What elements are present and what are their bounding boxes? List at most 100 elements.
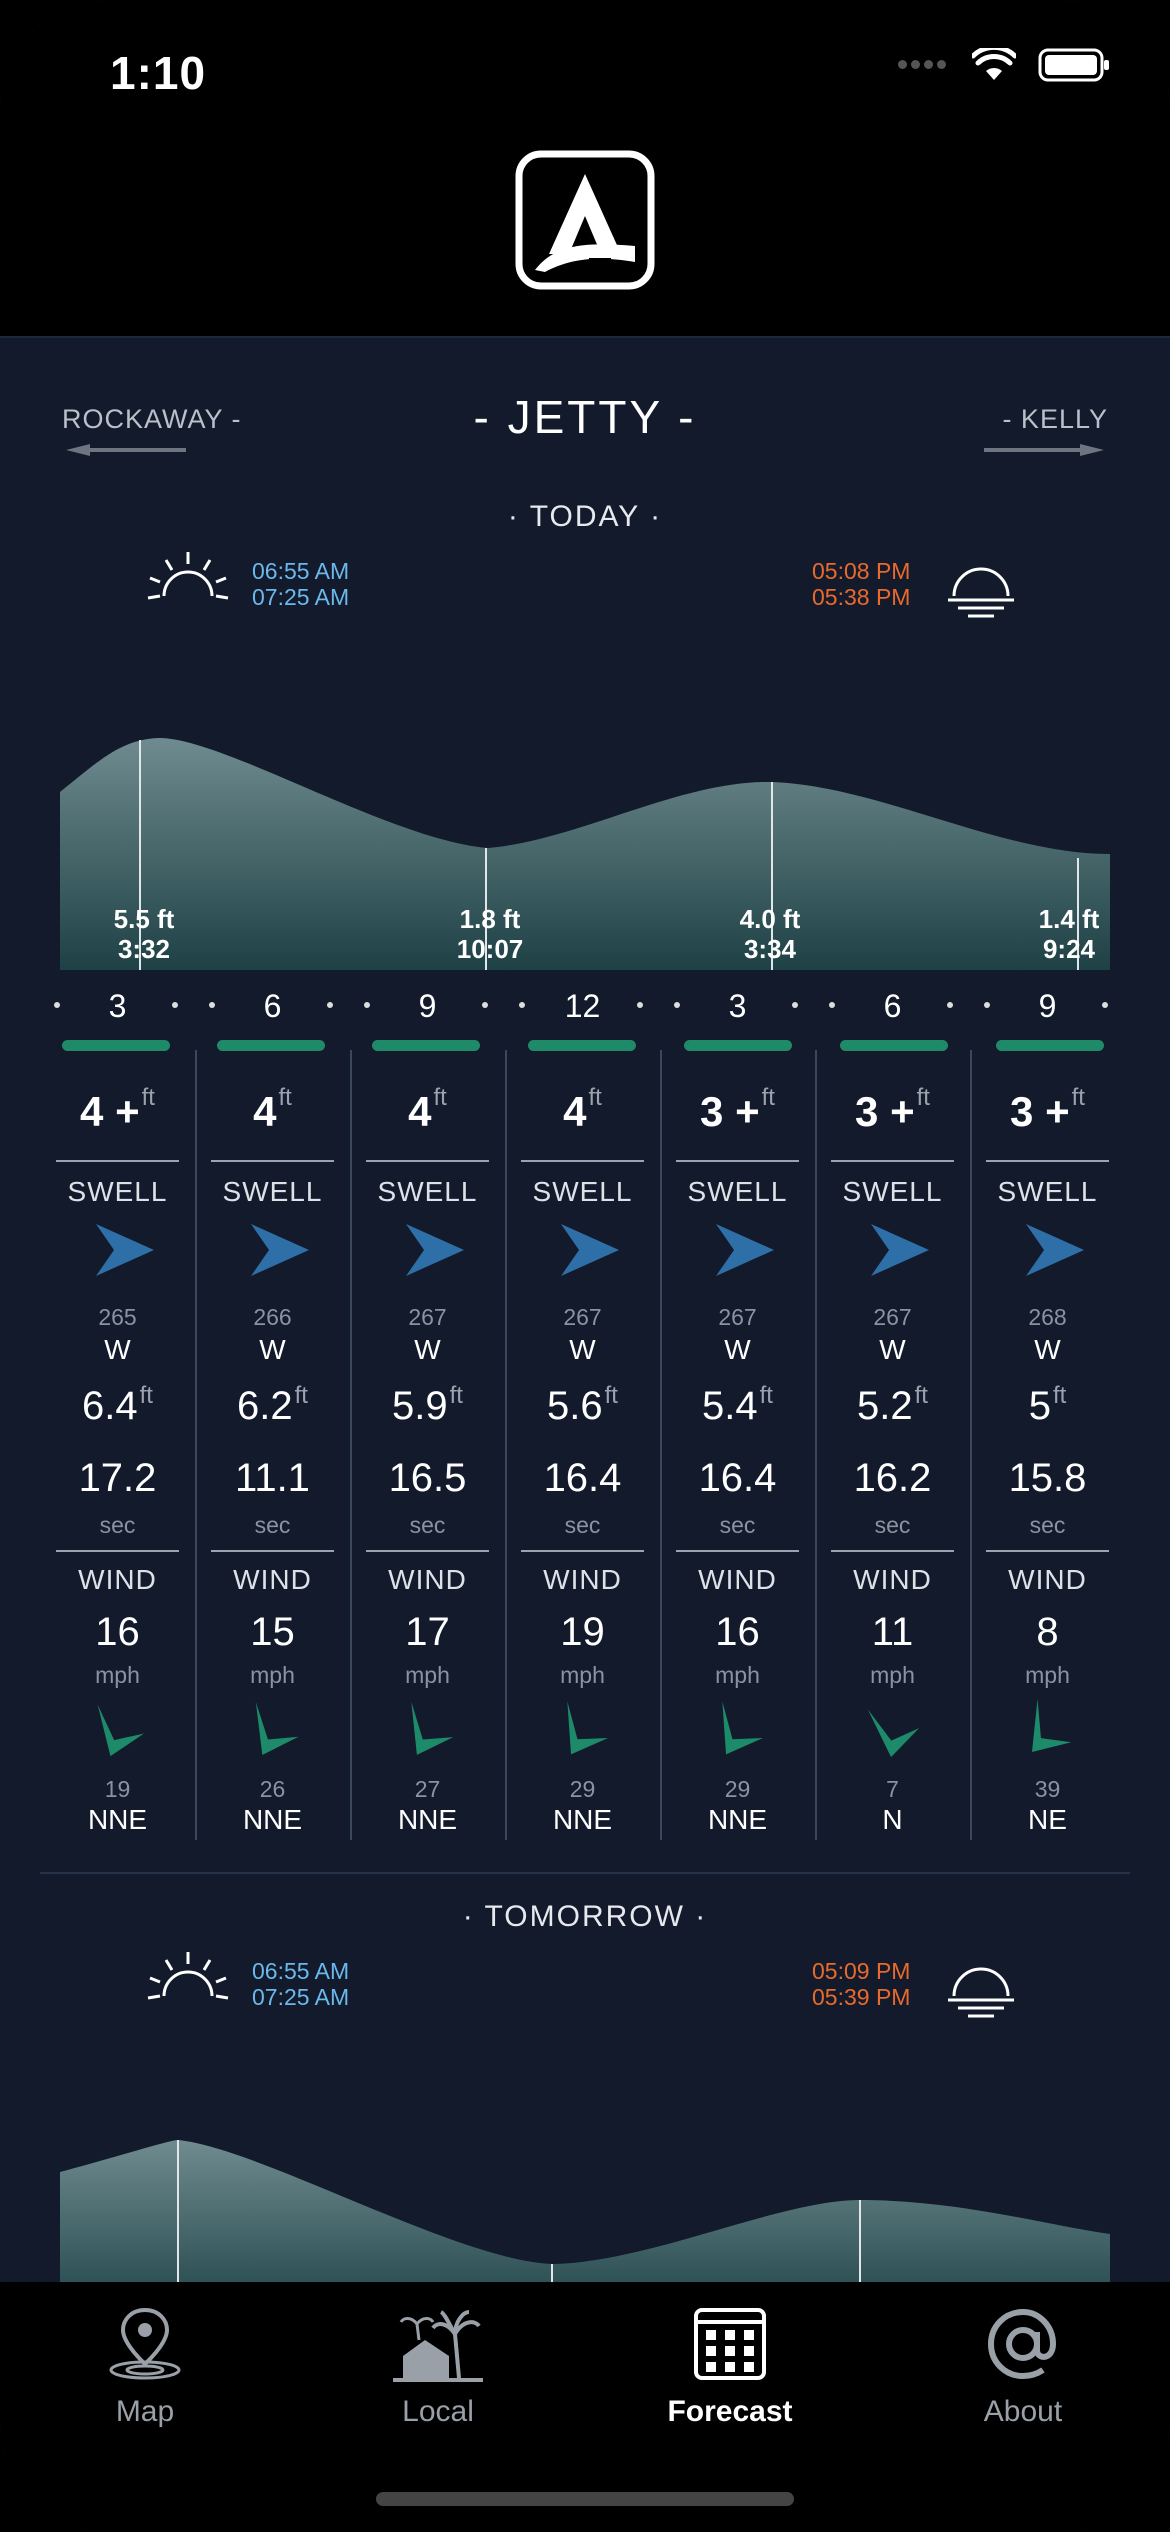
wind-speed: 17 <box>405 1610 450 1654</box>
tab-about[interactable]: About <box>923 2306 1123 2429</box>
swell-height: 5.6ft <box>547 1382 618 1428</box>
period-unit: sec <box>254 1512 291 1538</box>
spot-title: - JETTY - <box>473 391 697 443</box>
divider <box>676 1160 799 1162</box>
section-divider <box>40 1872 1130 1874</box>
hour-label: 6 <box>195 988 350 1025</box>
wind-direction: NNE <box>707 1804 768 1835</box>
wind-label: WIND <box>233 1564 312 1595</box>
forecast-column[interactable]: 4ft SWELL 267 W 5.6ft 16.4 sec WIND 19 mph 29 NNE <box>505 1050 660 1840</box>
wind-degrees: 27 <box>414 1776 441 1802</box>
period-unit: sec <box>719 1512 756 1538</box>
wave-unit: ft <box>141 1084 155 1111</box>
divider <box>366 1550 489 1552</box>
today-sunset-times: 05:08 PM 05:38 PM <box>812 558 910 610</box>
wind-unit: mph <box>250 1662 295 1688</box>
period-unit: sec <box>874 1512 911 1538</box>
swell-label: SWELL <box>532 1176 633 1207</box>
swell-direction: W <box>1034 1334 1061 1365</box>
swell-direction-arrow-icon <box>406 1224 464 1276</box>
divider <box>831 1550 954 1552</box>
divider <box>211 1160 334 1162</box>
forecast-column[interactable]: 3 +ft SWELL 267 W 5.2ft 16.2 sec WIND 11 mph 7 N <box>815 1050 970 1840</box>
forecast-column[interactable]: 3 +ft SWELL 268 W 5ft 15.8 sec WIND 8 mph 39 NE <box>970 1050 1125 1840</box>
wave-unit: ft <box>278 1084 292 1111</box>
tab-label: Map <box>115 2395 175 2428</box>
tab-local[interactable]: Local <box>338 2306 538 2429</box>
wind-unit: mph <box>405 1662 450 1688</box>
tomorrow-last-light-time: 05:39 PM <box>812 1984 911 2010</box>
divider <box>56 1160 179 1162</box>
home-indicator <box>376 2492 794 2506</box>
wind-unit: mph <box>870 1662 915 1688</box>
divider <box>831 1160 954 1162</box>
hour-label: 6 <box>815 988 970 1025</box>
wind-speed: 16 <box>715 1610 760 1654</box>
tide-point: 5.5 ft 3:32 <box>84 904 204 964</box>
tomorrow-first-light-time: 07:25 AM <box>252 1984 350 2010</box>
swell-period: 16.5 <box>388 1456 467 1500</box>
forecast-column[interactable]: 4ft SWELL 266 W 6.2ft 11.1 sec WIND 15 mph 26 NNE <box>195 1050 350 1840</box>
tab-label: Forecast <box>667 2395 793 2428</box>
tab-forecast[interactable]: Forecast <box>630 2306 830 2429</box>
wind-direction: NNE <box>242 1804 303 1835</box>
tab-map[interactable]: Map <box>45 2306 245 2429</box>
tab-label: Local <box>402 2395 474 2428</box>
tomorrow-sunrise-time: 06:55 AM <box>252 1958 350 1984</box>
swell-unit: ft <box>139 1382 153 1409</box>
calendar-grid-icon <box>694 2308 766 2380</box>
tide-time: 3:32 <box>117 934 171 964</box>
tomorrow-tide-chart <box>60 2140 1110 2282</box>
forecast-column[interactable]: 3 +ft SWELL 267 W 5.4ft 16.4 sec WIND 16 mph 29 NNE <box>660 1050 815 1840</box>
forecast-screen: 1:10 ROCKAWAY - - JETTY - - KELLY · TODA… <box>0 0 1170 2532</box>
arrow-left-icon[interactable] <box>66 444 186 456</box>
forecast-column[interactable]: 4 +ft SWELL 265 W 6.4ft 17.2 sec WIND 16 mph 19 NNE <box>40 1050 195 1840</box>
hour-label: 9 <box>970 988 1125 1025</box>
swell-degrees: 267 <box>563 1304 602 1330</box>
wave-height: 3 +ft <box>700 1084 775 1135</box>
wave-height: 3 +ft <box>1010 1084 1085 1135</box>
swell-period: 16.4 <box>543 1456 622 1500</box>
wind-unit: mph <box>715 1662 760 1688</box>
wave-height: 4ft <box>408 1084 447 1135</box>
swell-label: SWELL <box>67 1176 168 1207</box>
wave-height: 3 +ft <box>855 1084 930 1135</box>
wind-direction-arrow-icon <box>97 1704 145 1757</box>
wind-direction-arrow-icon <box>567 1701 609 1755</box>
divider <box>366 1160 489 1162</box>
tide-point: 1.4 ft 9:24 <box>1014 904 1124 964</box>
notch <box>340 0 830 100</box>
wind-speed: 19 <box>560 1610 605 1654</box>
swell-direction: W <box>569 1334 596 1365</box>
swell-direction: W <box>879 1334 906 1365</box>
wind-degrees: 26 <box>259 1776 286 1802</box>
divider <box>676 1550 799 1552</box>
wave-unit: ft <box>916 1084 930 1111</box>
today-first-light-time: 07:25 AM <box>252 584 350 610</box>
swell-height: 5ft <box>1028 1382 1067 1428</box>
arrow-right-icon[interactable] <box>984 444 1104 456</box>
hour-label: 12 <box>505 988 660 1025</box>
swell-unit: ft <box>294 1382 308 1409</box>
sunrise-icon <box>147 552 229 600</box>
wind-unit: mph <box>560 1662 605 1688</box>
status-time: 1:10 <box>110 47 207 99</box>
hour-label: 3 <box>660 988 815 1025</box>
swell-degrees: 265 <box>98 1304 137 1330</box>
swell-unit: ft <box>759 1382 773 1409</box>
swell-unit: ft <box>449 1382 463 1409</box>
swell-direction-arrow-icon <box>561 1224 619 1276</box>
next-spot-link[interactable]: - KELLY <box>1002 404 1108 435</box>
wave-height: 4ft <box>253 1084 292 1135</box>
swell-label: SWELL <box>222 1176 323 1207</box>
sunset-icon <box>948 567 1014 618</box>
period-unit: sec <box>1029 1512 1066 1538</box>
sunset-icon <box>948 1967 1014 2018</box>
wifi-icon <box>972 48 1016 80</box>
tide-time: 3:34 <box>743 934 797 964</box>
wind-direction: N <box>882 1804 903 1835</box>
period-unit: sec <box>99 1512 136 1538</box>
wave-height: 4 +ft <box>80 1084 155 1135</box>
tomorrow-label: · TOMORROW · <box>462 1900 708 1933</box>
forecast-column[interactable]: 4ft SWELL 267 W 5.9ft 16.5 sec WIND 17 mph 27 NNE <box>350 1050 505 1840</box>
